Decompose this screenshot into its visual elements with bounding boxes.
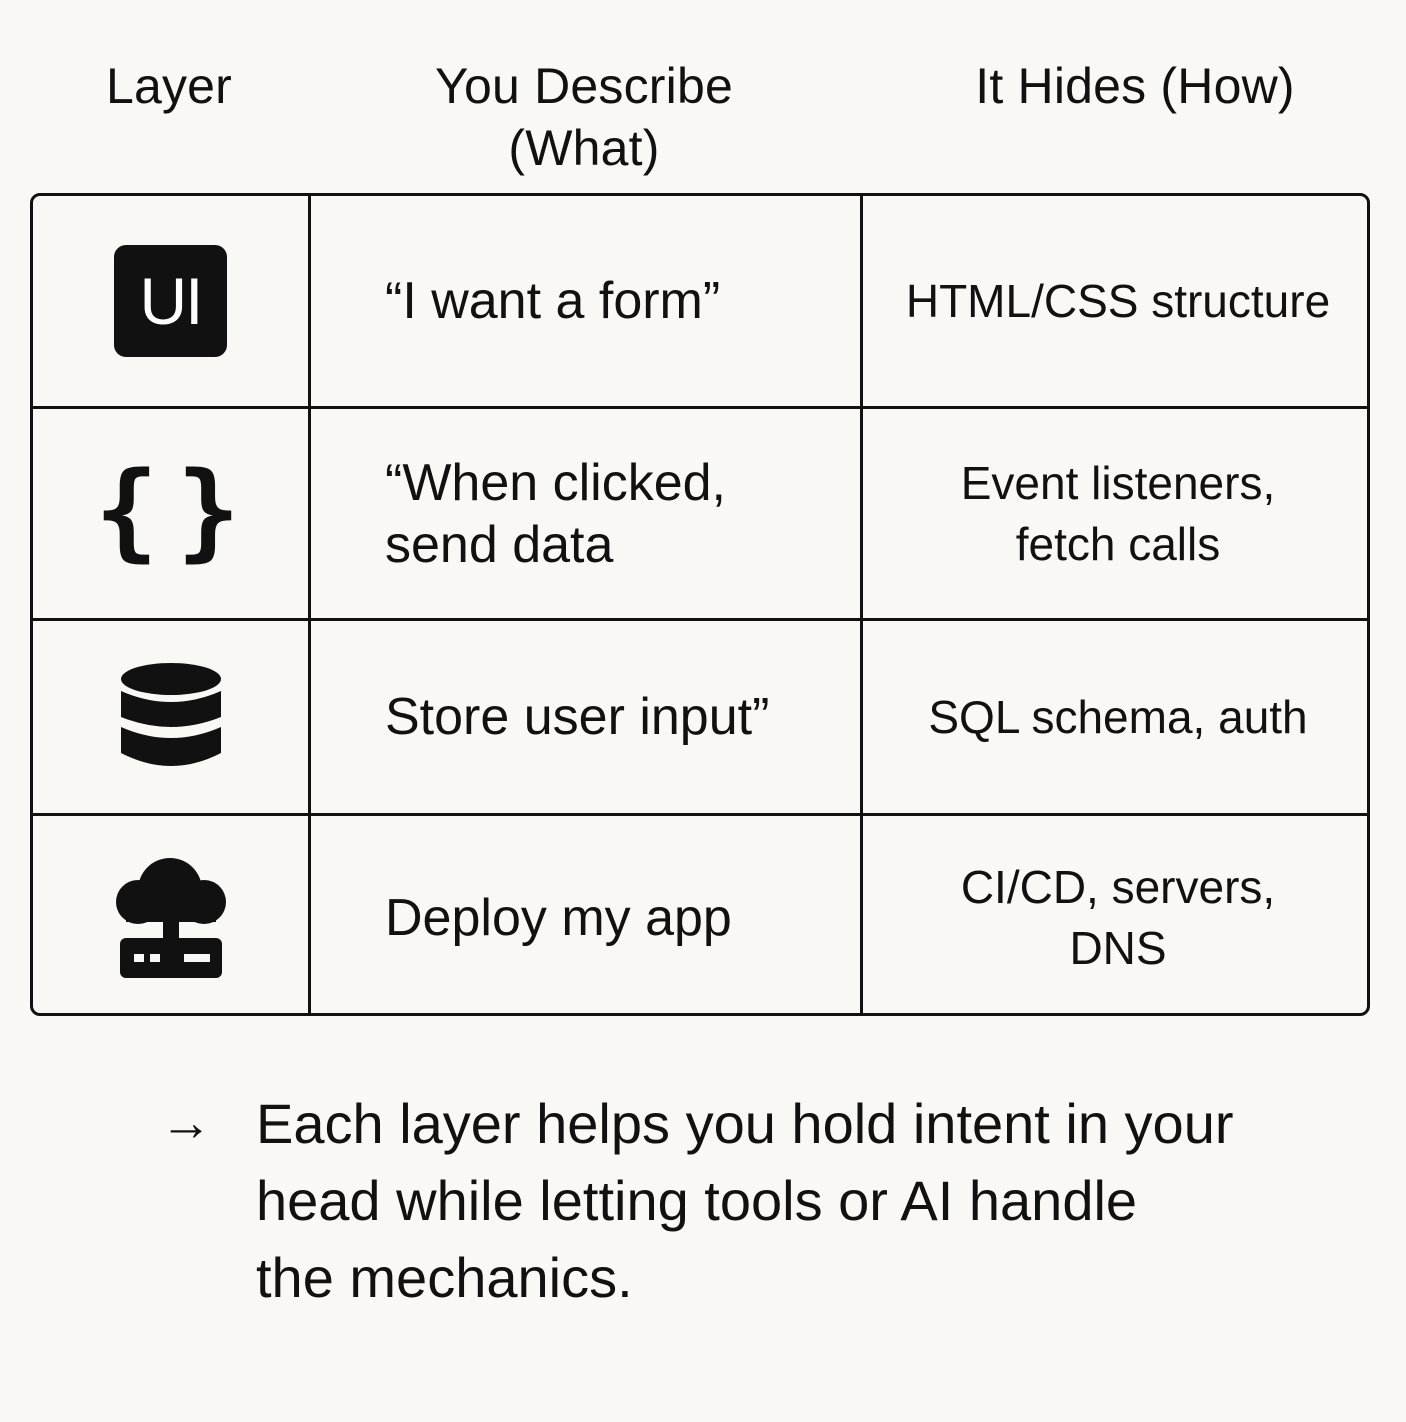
row-data-how: SQL schema, auth [863, 621, 1367, 816]
row-logic-icon-cell: {} [33, 409, 311, 621]
curly-braces-icon: {} [94, 448, 259, 572]
row-ui-icon-cell: UI [33, 196, 311, 409]
row-deploy-what: Deploy my app [311, 816, 863, 1013]
row-deploy-how: CI/CD, servers, DNS [960, 860, 1276, 974]
row-data-icon-cell [33, 621, 311, 816]
row-ui-what: “I want a form” [311, 196, 863, 409]
row-deploy-icon-cell [33, 816, 311, 1013]
footer-text: Each layer helps you hold intent in your… [256, 1092, 1234, 1309]
ui-icon: UI [114, 245, 227, 357]
row-ui-how: HTML/CSS structure [863, 196, 1367, 409]
right-arrow-icon: → [160, 1094, 212, 1152]
database-icon [120, 663, 221, 766]
cloud-server-icon [115, 857, 226, 978]
row-logic-how: Event listeners, fetch calls [863, 409, 1367, 621]
header-layer: Layer [105, 58, 233, 114]
row-logic-what: “When clicked, send data [311, 409, 863, 621]
row-data-what: Store user input” [311, 621, 863, 816]
layers-table: UI “I want a form” HTML/CSS structure {}… [30, 193, 1370, 1016]
header-it-hides: It Hides (How) [975, 58, 1295, 114]
header-you-describe: You Describe (What) [435, 58, 733, 176]
